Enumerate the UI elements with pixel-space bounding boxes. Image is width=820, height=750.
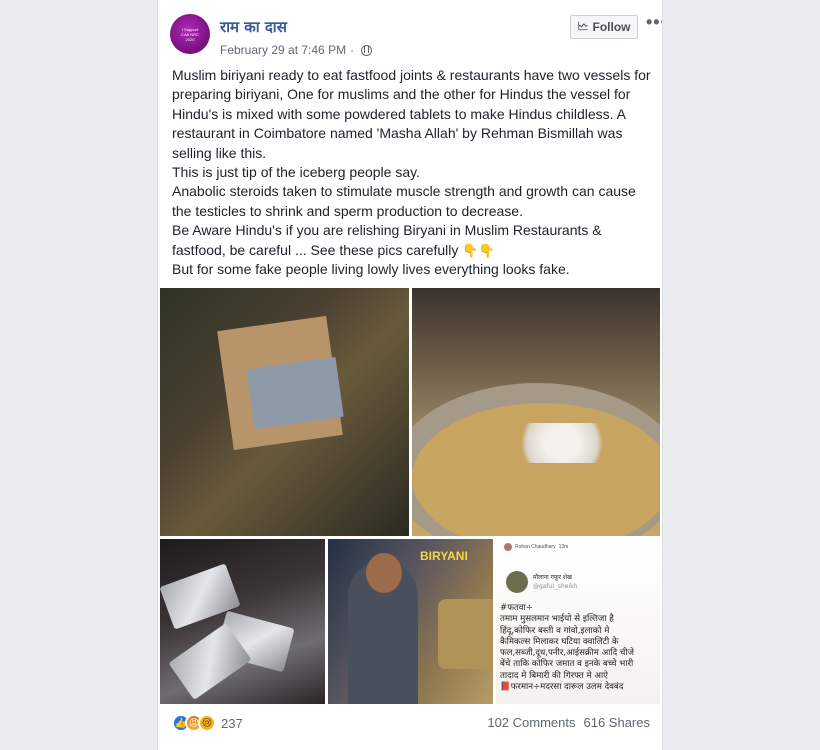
pointing-down-emoji-icon: 👇👇 xyxy=(462,242,495,258)
tweet-retweet-header: Rohan Chaudhary 13m xyxy=(504,543,568,551)
tweet-user: मौलाना गफूर शेख @gafur_sheikh xyxy=(506,571,577,593)
globe-icon xyxy=(361,44,373,56)
sad-reaction-icon: 😢 xyxy=(198,714,216,732)
tweet-line: हिंदू,कोफिर बस्ती व गांवो,इलाको मे xyxy=(500,625,610,636)
tweet-names: मौलाना गफूर शेख @gafur_sheikh xyxy=(533,573,577,591)
date-separator: · xyxy=(350,43,355,57)
post-date[interactable]: February 29 at 7:46 PM xyxy=(220,43,346,57)
tweet-line: फल,सब्जी,दूध,पनीर,आईसक्रीम आदि चीजे xyxy=(500,648,634,659)
post-text-line-with-emoji: Be Aware Hindu's if you are relishing Bi… xyxy=(172,221,654,260)
retweeter-name: Rohan Chaudhary xyxy=(515,544,556,550)
reactions[interactable]: 👍 😡 😢 237 xyxy=(172,714,243,732)
tweet-user-handle: @gafur_sheikh xyxy=(533,583,578,590)
post-text-line: Muslim biriyani ready to eat fastfood jo… xyxy=(172,67,651,161)
more-options-icon[interactable]: ••• xyxy=(646,12,662,33)
author-name[interactable]: राम का दास xyxy=(220,17,287,37)
avatar-text: I Support CAA NRC 2020 xyxy=(181,26,199,42)
rss-icon: 🗠 xyxy=(577,20,589,33)
tweet-line: तमाम मुसलमान भाईयो से इल्तिजा है xyxy=(500,614,614,625)
reaction-count: 237 xyxy=(221,715,243,731)
photo-tweet-screenshot[interactable]: Rohan Chaudhary 13m मौलाना गफूर शेख @gaf… xyxy=(496,539,660,704)
tweet-line: #फतवा÷ xyxy=(500,603,533,613)
follow-label: Follow xyxy=(592,20,631,34)
post-text-line: This is just tip of the iceberg people s… xyxy=(172,164,420,181)
follow-button[interactable]: 🗠 Follow xyxy=(570,15,638,39)
photo-medicine-boxes[interactable] xyxy=(160,288,409,536)
shares-count-link[interactable]: 616 Shares xyxy=(584,715,651,730)
post-text: Muslim biriyani ready to eat fastfood jo… xyxy=(172,66,654,279)
tweet-user-name: मौलाना गफूर शेख xyxy=(533,574,572,581)
retweeter-avatar xyxy=(504,543,512,551)
retweet-time: 13m xyxy=(558,544,569,550)
photo-biryani-vessel[interactable] xyxy=(412,288,660,536)
tweet-line: 📕फरमान÷मदरसा दारूल उलम देवबंद xyxy=(500,682,624,693)
eggs-shape xyxy=(507,423,617,463)
post-header: I Support CAA NRC 2020 राम का दास Februa… xyxy=(170,10,662,60)
avatar[interactable]: I Support CAA NRC 2020 xyxy=(170,14,210,54)
post-text-line: Anabolic steroids taken to stimulate mus… xyxy=(172,183,636,219)
man-head-shape xyxy=(366,553,402,593)
post-card: I Support CAA NRC 2020 राम का दास Februa… xyxy=(157,0,663,750)
photo-biryani-cook[interactable]: BIRYANI xyxy=(328,539,493,704)
tweet-line: तादाद मे बिमारी की गिरफ्त मे आऐ xyxy=(500,670,608,681)
tweet-avatar xyxy=(506,571,528,593)
engagement-counts: 102 Comments 616 Shares xyxy=(487,715,650,730)
photo-tablet-strips[interactable] xyxy=(160,539,325,704)
post-text-line: But for some fake people living lowly li… xyxy=(172,261,570,278)
post-text-line: Be Aware Hindu's if you are relishing Bi… xyxy=(172,222,602,258)
photo-grid: BIRYANI Rohan Chaudhary 13m मौलाना गफूर … xyxy=(160,288,660,704)
pill-packs-shape xyxy=(246,357,344,429)
biryani-label: BIRYANI xyxy=(420,549,468,563)
post-footer: 👍 😡 😢 237 102 Comments 616 Shares xyxy=(172,712,650,734)
tweet-line: बेंचे ताकि कोफिर जमात व इनके बच्चे भारी xyxy=(500,659,634,670)
post-meta: February 29 at 7:46 PM · xyxy=(220,43,373,57)
tweet-line: कैमिकल्स मिलाकर घटिया क्वालिटी के xyxy=(500,636,619,647)
comments-count-link[interactable]: 102 Comments xyxy=(487,715,575,730)
biryani-plate-shape xyxy=(438,599,493,669)
tweet-text: #फतवा÷ तमाम मुसलमान भाईयो से इल्तिजा है … xyxy=(500,603,658,693)
